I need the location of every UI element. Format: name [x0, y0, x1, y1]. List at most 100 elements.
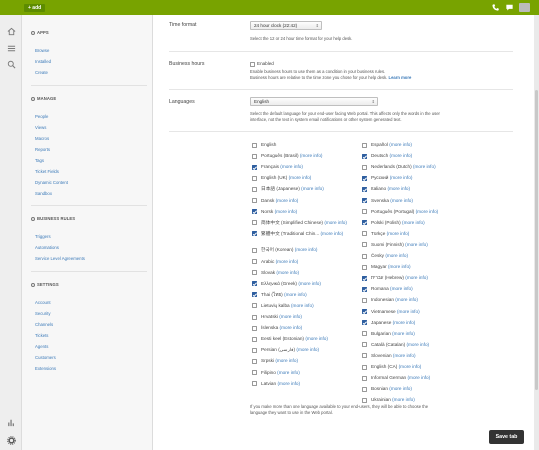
- more-info-link[interactable]: (more info): [289, 175, 312, 180]
- gear-icon[interactable]: [6, 435, 16, 445]
- language-checkbox[interactable]: [362, 164, 367, 170]
- language-checkbox[interactable]: [252, 142, 257, 148]
- more-info-link[interactable]: (more info): [413, 164, 436, 169]
- business-hours-checkbox[interactable]: [250, 62, 255, 67]
- nav-item-people[interactable]: People: [35, 114, 48, 119]
- more-info-link[interactable]: (more info): [298, 281, 321, 286]
- more-info-link[interactable]: (more info): [405, 242, 428, 247]
- default-language-select[interactable]: English ⇕: [250, 97, 378, 106]
- scrollbar-thumb[interactable]: [535, 90, 538, 390]
- language-checkbox[interactable]: [362, 297, 367, 303]
- more-info-link[interactable]: (more info): [395, 297, 418, 302]
- more-info-link[interactable]: (more info): [389, 142, 412, 147]
- more-info-link[interactable]: (more info): [390, 153, 413, 158]
- phone-icon[interactable]: [491, 3, 500, 12]
- language-checkbox[interactable]: [362, 386, 367, 392]
- language-checkbox[interactable]: [252, 186, 257, 192]
- more-info-link[interactable]: (more info): [291, 303, 314, 308]
- more-info-link[interactable]: (more info): [279, 314, 302, 319]
- nav-item-agents[interactable]: Agents: [35, 344, 48, 349]
- language-checkbox[interactable]: [252, 259, 257, 264]
- language-checkbox[interactable]: [362, 220, 367, 226]
- nav-item-ticket-fields[interactable]: Ticket Fields: [35, 169, 59, 174]
- language-checkbox[interactable]: [362, 209, 367, 215]
- language-checkbox[interactable]: [362, 286, 367, 292]
- more-info-link[interactable]: (more info): [387, 186, 410, 191]
- more-info-link[interactable]: (more info): [280, 164, 303, 169]
- menu-icon[interactable]: [6, 43, 16, 53]
- nav-item-reports[interactable]: Reports: [35, 147, 50, 152]
- nav-item-channels[interactable]: Channels: [35, 322, 53, 327]
- more-info-link[interactable]: (more info): [305, 336, 328, 341]
- language-checkbox[interactable]: [362, 175, 367, 181]
- language-checkbox[interactable]: [252, 292, 257, 298]
- more-info-link[interactable]: (more info): [277, 370, 300, 375]
- more-info-link[interactable]: (more info): [296, 347, 319, 352]
- nav-item-create[interactable]: Create: [35, 70, 48, 75]
- more-info-link[interactable]: (more info): [388, 264, 411, 269]
- language-checkbox[interactable]: [362, 309, 367, 314]
- language-checkbox[interactable]: [362, 186, 367, 192]
- language-checkbox[interactable]: [252, 358, 257, 364]
- language-checkbox[interactable]: [362, 375, 367, 381]
- language-checkbox[interactable]: [252, 281, 257, 287]
- nav-item-tickets[interactable]: Tickets: [35, 333, 48, 338]
- save-tab-button[interactable]: Save tab: [489, 430, 524, 444]
- language-checkbox[interactable]: [362, 397, 367, 403]
- nav-item-triggers[interactable]: Triggers: [35, 234, 51, 239]
- nav-item-sandbox[interactable]: Sandbox: [35, 191, 52, 196]
- language-checkbox[interactable]: [362, 364, 367, 370]
- more-info-link[interactable]: (more info): [399, 364, 422, 369]
- more-info-link[interactable]: (more info): [416, 209, 439, 214]
- more-info-link[interactable]: (more info): [387, 231, 410, 236]
- more-info-link[interactable]: (more info): [284, 292, 307, 297]
- language-checkbox[interactable]: [362, 353, 367, 359]
- more-info-link[interactable]: (more info): [276, 198, 299, 203]
- more-info-link[interactable]: (more info): [277, 381, 300, 386]
- more-info-link[interactable]: (more info): [295, 247, 318, 252]
- nav-item-sla[interactable]: Service Level Agreements: [35, 256, 85, 261]
- more-info-link[interactable]: (more info): [385, 253, 408, 258]
- language-checkbox[interactable]: [362, 198, 367, 203]
- language-checkbox[interactable]: [362, 331, 367, 337]
- language-checkbox[interactable]: [362, 242, 367, 248]
- more-info-link[interactable]: (more info): [280, 325, 303, 330]
- language-checkbox[interactable]: [252, 153, 257, 159]
- home-icon[interactable]: [6, 26, 16, 36]
- more-info-link[interactable]: (more info): [275, 209, 298, 214]
- language-checkbox[interactable]: [362, 153, 367, 159]
- add-button[interactable]: + add: [24, 4, 46, 12]
- language-checkbox[interactable]: [252, 231, 257, 237]
- more-info-link[interactable]: (more info): [392, 397, 415, 402]
- more-info-link[interactable]: (more info): [402, 220, 425, 225]
- language-checkbox[interactable]: [252, 198, 257, 203]
- language-checkbox[interactable]: [362, 142, 367, 148]
- more-info-link[interactable]: (more info): [393, 353, 416, 358]
- nav-item-extensions[interactable]: Extensions: [35, 366, 56, 371]
- nav-item-automations[interactable]: Automations: [35, 245, 59, 250]
- nav-item-macros[interactable]: Macros: [35, 136, 49, 141]
- more-info-link[interactable]: (more info): [276, 270, 299, 275]
- language-checkbox[interactable]: [252, 336, 257, 342]
- learn-more-link[interactable]: Learn more: [389, 75, 412, 80]
- more-info-link[interactable]: (more info): [301, 186, 324, 191]
- language-checkbox[interactable]: [252, 220, 257, 226]
- language-checkbox[interactable]: [362, 253, 367, 259]
- language-checkbox[interactable]: [252, 347, 257, 353]
- language-checkbox[interactable]: [362, 342, 367, 348]
- nav-item-installed[interactable]: Installed: [35, 59, 51, 64]
- more-info-link[interactable]: (more info): [390, 175, 413, 180]
- nav-item-views[interactable]: Views: [35, 125, 46, 130]
- reporting-icon[interactable]: [6, 417, 16, 427]
- language-checkbox[interactable]: [252, 164, 257, 170]
- search-icon[interactable]: [6, 59, 16, 69]
- language-checkbox[interactable]: [362, 275, 367, 281]
- language-checkbox[interactable]: [252, 381, 257, 387]
- nav-item-account[interactable]: Account: [35, 300, 51, 305]
- language-checkbox[interactable]: [362, 231, 367, 237]
- nav-item-tags[interactable]: Tags: [35, 158, 44, 163]
- user-avatar[interactable]: [519, 3, 530, 12]
- nav-item-customers[interactable]: Customers: [35, 355, 56, 360]
- more-info-link[interactable]: (more info): [392, 331, 415, 336]
- more-info-link[interactable]: (more info): [393, 320, 416, 325]
